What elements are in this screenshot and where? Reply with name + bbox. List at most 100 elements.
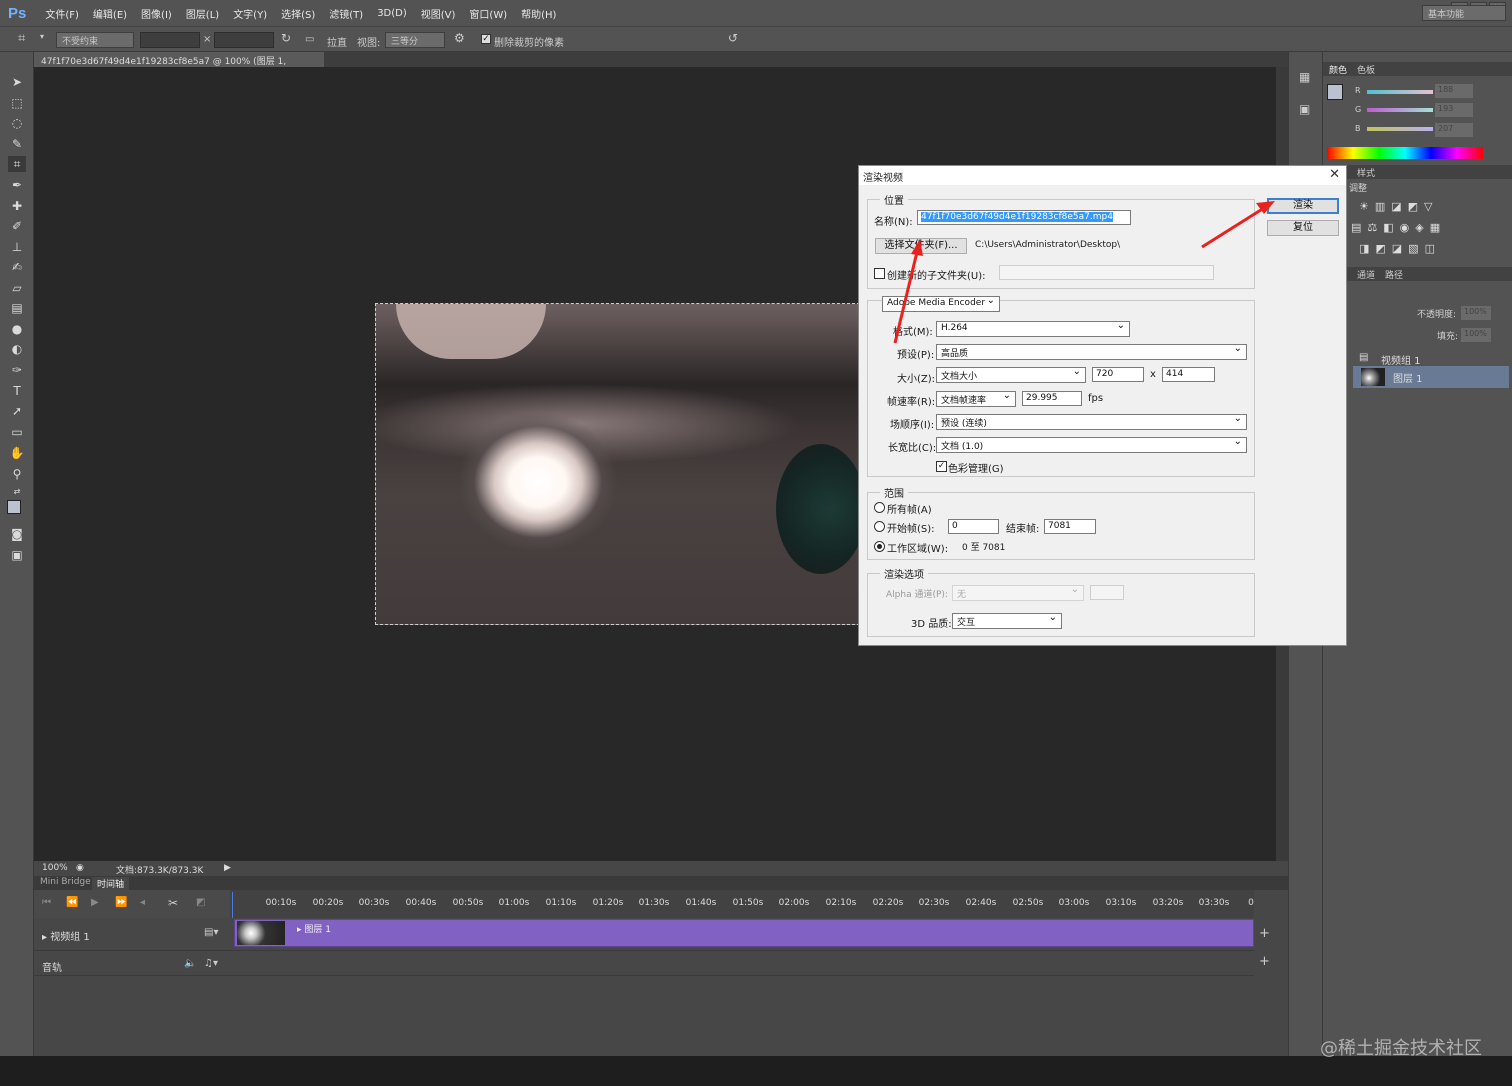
g-slider[interactable] (1367, 108, 1433, 112)
gradient-tool-icon[interactable]: ▤ (8, 300, 26, 316)
menu-file[interactable]: 文件(F) (38, 6, 86, 21)
marquee-tool-icon[interactable]: ⬚ (8, 95, 26, 111)
first-frame-icon[interactable]: ⏮ (42, 897, 51, 908)
g-value[interactable]: 193 (1435, 103, 1473, 117)
reset-icon[interactable]: ↺ (728, 31, 738, 45)
menu-select[interactable]: 选择(S) (274, 6, 322, 21)
menu-image[interactable]: 图像(I) (134, 6, 179, 21)
menu-3d[interactable]: 3D(D) (370, 8, 414, 19)
start-frame-radio[interactable] (874, 521, 885, 532)
hand-tool-icon[interactable]: ✋ (8, 445, 26, 461)
dodge-tool-icon[interactable]: ◐ (8, 341, 26, 357)
render-button[interactable]: 渲染 (1267, 198, 1339, 214)
healing-tool-icon[interactable]: ✚ (8, 198, 26, 214)
color-spectrum[interactable] (1327, 147, 1483, 159)
width-input[interactable]: 720 (1092, 367, 1144, 382)
chevron-down-icon[interactable]: ▾ (40, 32, 44, 41)
menu-filter[interactable]: 滤镜(T) (322, 6, 370, 21)
delete-cropped-checkbox[interactable]: ✓ (481, 34, 491, 44)
zoom-level[interactable]: 100% (42, 863, 68, 873)
alpha-channel-select[interactable]: 无 (952, 584, 1084, 601)
path-select-icon[interactable]: ➚ (8, 403, 26, 419)
shape-tool-icon[interactable]: ▭ (8, 424, 26, 440)
add-media-button[interactable]: + (1259, 926, 1270, 941)
encoder-select[interactable]: Adobe Media Encoder (882, 295, 1000, 312)
straighten-label[interactable]: 拉直 (327, 34, 347, 49)
menu-help[interactable]: 帮助(H) (514, 6, 563, 21)
choose-folder-button[interactable]: 选择文件夹(F)... (875, 238, 967, 254)
speaker-icon[interactable]: 🔈 (184, 958, 196, 969)
r-slider[interactable] (1367, 90, 1433, 94)
subfolder-input[interactable] (999, 265, 1214, 280)
r-value[interactable]: 188 (1435, 84, 1473, 98)
properties-panel-icon[interactable]: ▣ (1299, 102, 1310, 116)
crop-width-input[interactable] (140, 32, 200, 48)
audio-icon[interactable]: ◂ (140, 897, 145, 908)
zoom-tool-icon[interactable]: ⚲ (8, 466, 26, 482)
height-input[interactable]: 414 (1162, 367, 1215, 382)
fill-value[interactable]: 100% (1461, 328, 1491, 342)
menu-layer[interactable]: 图层(L) (179, 6, 226, 21)
playhead[interactable] (232, 892, 238, 918)
reset-button[interactable]: 复位 (1267, 220, 1339, 236)
status-menu-icon[interactable]: ▶ (224, 863, 231, 873)
overlay-view-select[interactable]: 三等分 (385, 32, 445, 48)
size-select[interactable]: 文档大小 (936, 366, 1086, 383)
eyedropper-tool-icon[interactable]: ✒ (8, 177, 26, 193)
swap-icon[interactable]: ↻ (281, 31, 291, 45)
tab-swatches[interactable]: 色板 (1357, 63, 1375, 76)
layer-row[interactable]: 图层 1 (1353, 366, 1509, 388)
create-subfolder-checkbox[interactable] (874, 268, 885, 279)
work-area-radio[interactable] (874, 541, 885, 552)
stamp-tool-icon[interactable]: ⊥ (8, 239, 26, 255)
adjustment-icons-row-2[interactable]: ▤⚖◧◉◈▦ (1351, 221, 1446, 234)
opacity-value[interactable]: 100% (1461, 306, 1491, 320)
document-tab[interactable]: 47f1f70e3d67f49d4e1f19283cf8e5a7 @ 100% … (34, 52, 324, 77)
tab-styles[interactable]: 样式 (1357, 166, 1375, 179)
all-frames-radio[interactable] (874, 502, 885, 513)
eraser-tool-icon[interactable]: ▱ (8, 280, 26, 296)
preset-select[interactable]: 高品质 (936, 343, 1247, 360)
quality-select[interactable]: 交互 (952, 612, 1062, 629)
close-icon[interactable]: ✕ (1329, 167, 1340, 182)
quick-select-tool-icon[interactable]: ✎ (8, 136, 26, 152)
prev-frame-icon[interactable]: ⏪ (66, 897, 78, 908)
swap-colors-icon[interactable]: ⇄ (8, 484, 26, 500)
crop-height-input[interactable] (214, 32, 274, 48)
add-audio-button[interactable]: + (1259, 954, 1270, 969)
tab-paths[interactable]: 路径 (1385, 268, 1403, 281)
history-brush-icon[interactable]: ✍ (8, 259, 26, 275)
screen-mode-icon[interactable]: ▣ (8, 547, 26, 563)
history-panel-icon[interactable]: ▦ (1299, 70, 1310, 84)
film-icon[interactable]: ▤▾ (204, 927, 218, 938)
foreground-color-swatch[interactable] (7, 500, 21, 514)
lasso-tool-icon[interactable]: ◌ (8, 115, 26, 131)
start-frame-input[interactable]: 0 (948, 519, 999, 534)
filename-input[interactable]: 47f1f70e3d67f49d4e1f19283cf8e5a7.mp4 (917, 210, 1131, 225)
video-clip[interactable]: ▸ 图层 1 (234, 919, 1254, 947)
move-tool-icon[interactable]: ➤ (8, 74, 26, 90)
quick-mask-icon[interactable]: ◙ (8, 526, 26, 542)
menu-type[interactable]: 文字(Y) (226, 6, 274, 21)
music-icon[interactable]: ♫▾ (204, 958, 218, 969)
workspace-select[interactable]: 基本功能 (1422, 5, 1506, 21)
adjustment-icons-row-1[interactable]: ☀▥◪◩▽ (1359, 200, 1439, 213)
gear-icon[interactable]: ⚙ (454, 31, 465, 45)
aspect-select[interactable]: 文档 (1.0) (936, 436, 1247, 453)
time-ruler[interactable]: 00:10s 00:20s 00:30s 00:40s 00:50s 01:00… (230, 890, 1254, 918)
transition-icon[interactable]: ◩ (196, 897, 205, 908)
pen-tool-icon[interactable]: ✑ (8, 362, 26, 378)
end-frame-input[interactable]: 7081 (1044, 519, 1096, 534)
play-icon[interactable]: ▶ (91, 897, 99, 908)
document-image[interactable] (375, 303, 860, 625)
framerate-input[interactable]: 29.995 (1022, 391, 1082, 406)
tab-color[interactable]: 颜色 (1329, 63, 1347, 76)
next-frame-icon[interactable]: ⏩ (115, 897, 127, 908)
menu-view[interactable]: 视图(V) (414, 6, 463, 21)
brush-tool-icon[interactable]: ✐ (8, 218, 26, 234)
tab-timeline[interactable]: 时间轴 (92, 877, 130, 890)
blur-tool-icon[interactable]: ● (8, 321, 26, 337)
straighten-icon[interactable]: ▭ (305, 34, 314, 45)
b-value[interactable]: 207 (1435, 123, 1473, 137)
tab-mini-bridge[interactable]: Mini Bridge (40, 877, 91, 887)
